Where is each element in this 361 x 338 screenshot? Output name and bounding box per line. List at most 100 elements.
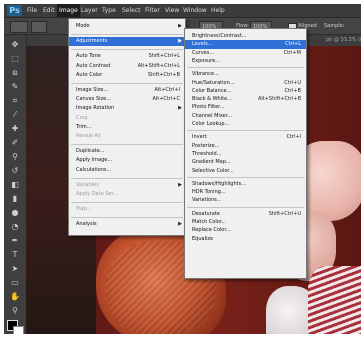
- menu-item-label: Calculations...: [76, 166, 112, 173]
- menu-item-selective-color[interactable]: Selective Color...: [185, 167, 306, 176]
- menu-separator: [71, 177, 183, 179]
- blur-tool-icon[interactable]: ●: [8, 207, 22, 219]
- menu-item-label: Variations...: [192, 197, 222, 204]
- submenu-arrow-icon: ▶: [178, 23, 182, 29]
- menu-item-image-rotation[interactable]: Image Rotation ▶: [69, 104, 185, 113]
- menu-item-shortcut: Alt+Ctrl+C: [152, 96, 180, 103]
- menu-item-auto-tone[interactable]: Auto Tone Shift+Ctrl+L: [69, 52, 185, 61]
- menu-item-shortcut: Shift+Ctrl+L: [148, 53, 180, 60]
- menu-item-apply-data-set: Apply Data Set...: [69, 190, 185, 199]
- menu-item-auto-color[interactable]: Auto Color Shift+Ctrl+B: [69, 71, 185, 80]
- lasso-tool-icon[interactable]: ɷ: [8, 67, 22, 79]
- menu-item-label: Adjustments: [76, 38, 108, 45]
- menu-item-label: Auto Color: [76, 71, 103, 78]
- menu-separator: [71, 49, 183, 51]
- menu-filter[interactable]: Filter: [143, 4, 162, 17]
- submenu-arrow-icon: ▶: [178, 38, 182, 45]
- menu-item-reveal-all: Reveal All: [69, 132, 185, 141]
- menu-item-image-size[interactable]: Image Size... Alt+Ctrl+I: [69, 86, 185, 95]
- menu-item-label: Apply Image...: [76, 157, 113, 164]
- menu-item-label: Color Lookup...: [192, 121, 230, 127]
- pen-tool-icon[interactable]: ✒: [8, 235, 22, 247]
- menu-bar: Ps File Edit Image Layer Type Select Fil…: [4, 4, 361, 18]
- tool-preset-picker[interactable]: [10, 21, 28, 33]
- menu-item-label: Mode: [76, 23, 90, 29]
- zoom-tool-icon[interactable]: ⚲: [8, 305, 22, 317]
- tools-panel: ✥ ⬚ ɷ ✎ ⌗ ⁄ ✚ ✐ ⚲ ↺ ◧ ▮ ● ◔ ✒ T ➤ ▭ ✋ ⚲: [4, 35, 27, 334]
- menu-item-calculations[interactable]: Calculations...: [69, 166, 185, 175]
- adjustments-submenu: Brightness/Contrast... Levels... Ctrl+L Cur…: [184, 28, 307, 279]
- menu-view[interactable]: View: [163, 4, 181, 17]
- menu-item-equalize[interactable]: Equalize: [185, 235, 306, 244]
- history-brush-tool-icon[interactable]: ↺: [8, 165, 22, 177]
- hand-tool-icon[interactable]: ✋: [8, 291, 22, 303]
- path-selection-tool-icon[interactable]: ➤: [8, 263, 22, 275]
- menu-item-label: Trap...: [76, 206, 92, 213]
- marquee-tool-icon[interactable]: ⬚: [8, 53, 22, 65]
- menu-item-color-lookup[interactable]: Color Lookup...: [185, 120, 306, 129]
- document-title: ph @ 33.3% (R: [326, 37, 361, 43]
- menu-item-apply-image[interactable]: Apply Image...: [69, 156, 185, 165]
- menu-item-label: Reveal All: [76, 133, 101, 139]
- gradient-tool-icon[interactable]: ▮: [8, 193, 22, 205]
- menu-type[interactable]: Type: [100, 4, 118, 17]
- menu-edit[interactable]: Edit: [41, 4, 57, 17]
- menu-item-shortcut: Alt+Ctrl+I: [154, 87, 180, 93]
- brush-preset-picker[interactable]: [31, 21, 47, 33]
- menu-item-label: Selective Color...: [192, 167, 234, 174]
- menu-item-exposure[interactable]: Exposure...: [185, 57, 306, 66]
- menu-item-label: Duplicate...: [76, 148, 105, 155]
- submenu-arrow-icon: ▶: [178, 105, 182, 112]
- quick-select-tool-icon[interactable]: ✎: [8, 81, 22, 93]
- menu-layer[interactable]: Layer: [79, 4, 100, 17]
- menu-item-label: Trim...: [76, 123, 92, 130]
- clone-stamp-tool-icon[interactable]: ⚲: [8, 151, 22, 163]
- crop-tool-icon[interactable]: ⌗: [8, 95, 22, 107]
- menu-help[interactable]: Help: [209, 4, 227, 17]
- dodge-tool-icon[interactable]: ◔: [8, 221, 22, 233]
- move-tool-icon[interactable]: ✥: [8, 39, 22, 51]
- menu-item-label: Analysis: [76, 221, 97, 228]
- photoshop-window: Ps File Edit Image Layer Type Select Fil…: [4, 4, 361, 334]
- menu-item-canvas-size[interactable]: Canvas Size... Alt+Ctrl+C: [69, 95, 185, 104]
- brush-tool-icon[interactable]: ✐: [8, 137, 22, 149]
- menu-item-crop: Crop: [69, 114, 185, 123]
- shape-tool-icon[interactable]: ▭: [8, 277, 22, 289]
- menu-separator: [187, 67, 304, 69]
- menu-item-mode[interactable]: Mode ▶: [69, 22, 185, 31]
- menu-separator: [187, 206, 304, 208]
- menu-separator: [71, 217, 183, 219]
- menu-item-variables: Variables ▶: [69, 181, 185, 190]
- submenu-arrow-icon: ▶: [178, 221, 182, 228]
- menu-window[interactable]: Window: [181, 4, 209, 17]
- eraser-tool-icon[interactable]: ◧: [8, 179, 22, 191]
- menu-item-label: Crop: [76, 114, 88, 121]
- menu-item-analysis[interactable]: Analysis ▶: [69, 220, 185, 229]
- image-menu-dropdown: Mode ▶ Adjustments ▶ Auto Tone Shift+Ctrl+L Au…: [68, 18, 186, 236]
- menu-item-shortcut: Alt+Shift+Ctrl+L: [137, 62, 180, 69]
- menu-item-shortcut: Shift+Ctrl+B: [147, 71, 180, 78]
- menu-item-variations[interactable]: Variations...: [185, 196, 306, 205]
- menu-separator: [71, 202, 183, 204]
- eyedropper-tool-icon[interactable]: ⁄: [8, 109, 22, 121]
- menu-item-label: Apply Data Set...: [76, 191, 119, 197]
- type-tool-icon[interactable]: T: [8, 249, 22, 261]
- menu-item-adjustments[interactable]: Adjustments ▶: [69, 37, 185, 47]
- healing-brush-tool-icon[interactable]: ✚: [8, 123, 22, 135]
- menu-select[interactable]: Select: [120, 4, 143, 17]
- menu-item-trap: Trap...: [69, 205, 185, 214]
- menu-item-label: Canvas Size...: [76, 96, 111, 103]
- menu-item-label: Exposure...: [192, 57, 220, 64]
- background-color-swatch[interactable]: [13, 326, 24, 334]
- menu-item-label: Image Rotation: [76, 105, 115, 112]
- menu-image[interactable]: Image: [57, 4, 80, 17]
- menu-item-trim[interactable]: Trim...: [69, 123, 185, 132]
- sample-label: Sample:: [324, 23, 345, 29]
- menu-separator: [71, 34, 183, 36]
- menu-file[interactable]: File: [25, 4, 39, 17]
- menu-item-auto-contrast[interactable]: Auto Contrast Alt+Shift+Ctrl+L: [69, 62, 185, 71]
- photoshop-logo: Ps: [7, 5, 22, 16]
- menu-separator: [71, 83, 183, 84]
- menu-item-duplicate[interactable]: Duplicate...: [69, 147, 185, 156]
- menu-separator: [187, 130, 304, 132]
